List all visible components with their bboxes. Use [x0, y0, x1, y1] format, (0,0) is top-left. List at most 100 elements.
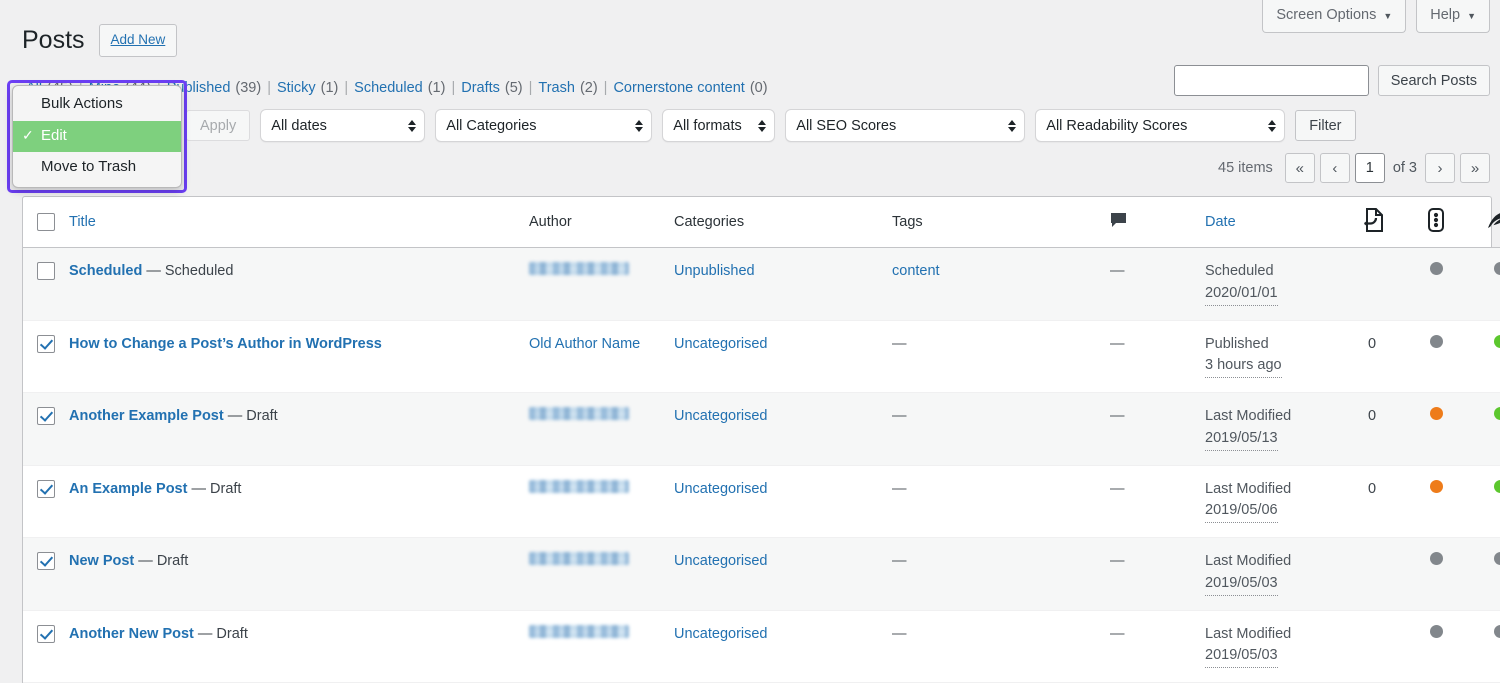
- row-seo-score-cell[interactable]: [1404, 393, 1468, 466]
- stepper-icon: [758, 120, 766, 132]
- date-status: Last Modified: [1205, 406, 1340, 428]
- table-row[interactable]: Another New Post — Draft Uncategorised —…: [23, 610, 1500, 683]
- column-header-title[interactable]: Title: [69, 197, 529, 248]
- status-link-sticky-label[interactable]: Sticky: [277, 80, 316, 96]
- tag-value: —: [892, 336, 907, 352]
- column-header-readability: [1468, 197, 1500, 248]
- bulk-option-edit[interactable]: Edit: [13, 121, 181, 153]
- current-page-input[interactable]: 1: [1355, 153, 1385, 183]
- row-readability-cell[interactable]: [1468, 465, 1500, 538]
- row-seo-score-cell[interactable]: [1404, 320, 1468, 393]
- filter-button[interactable]: Filter: [1295, 110, 1355, 141]
- row-checkbox[interactable]: [37, 335, 55, 353]
- column-header-date[interactable]: Date: [1205, 197, 1340, 248]
- row-readability-cell[interactable]: [1468, 320, 1500, 393]
- row-checkbox[interactable]: [37, 480, 55, 498]
- post-state-label: — Draft: [198, 626, 248, 642]
- row-readability-cell[interactable]: [1468, 393, 1500, 466]
- status-link-trash-label[interactable]: Trash: [538, 80, 575, 96]
- column-header-author: Author: [529, 197, 674, 248]
- add-new-button[interactable]: Add New: [99, 24, 178, 57]
- row-checkbox[interactable]: [37, 625, 55, 643]
- last-page-button[interactable]: »: [1460, 153, 1490, 183]
- status-link-sticky[interactable]: Sticky (1): [277, 80, 338, 96]
- status-link-scheduled-label[interactable]: Scheduled: [354, 80, 423, 96]
- filter-all-categories-select[interactable]: All Categories: [435, 109, 652, 142]
- row-readability-cell[interactable]: [1468, 248, 1500, 321]
- post-title-link[interactable]: New Post: [69, 553, 134, 569]
- post-title-link[interactable]: Scheduled: [69, 263, 142, 279]
- column-header-title-label[interactable]: Title: [69, 214, 96, 230]
- category-link[interactable]: Uncategorised: [674, 481, 768, 497]
- row-select-cell: [23, 320, 69, 393]
- prev-page-button[interactable]: ‹: [1320, 153, 1350, 183]
- filter-all-formats-select[interactable]: All formats: [662, 109, 775, 142]
- blurred-author-name: [529, 262, 629, 275]
- status-link-cornerstone-label[interactable]: Cornerstone content: [613, 80, 744, 96]
- search-posts-button[interactable]: Search Posts: [1378, 65, 1490, 96]
- row-seo-score-cell[interactable]: [1404, 248, 1468, 321]
- tag-value: —: [892, 553, 907, 569]
- column-header-categories-label: Categories: [674, 214, 744, 230]
- row-readability-cell[interactable]: [1468, 610, 1500, 683]
- column-header-author-label: Author: [529, 214, 572, 230]
- row-readability-cell[interactable]: [1468, 538, 1500, 611]
- table-row[interactable]: New Post — Draft Uncategorised — — Last …: [23, 538, 1500, 611]
- status-link-drafts-label[interactable]: Drafts: [461, 80, 500, 96]
- status-link-trash[interactable]: Trash (2): [538, 80, 597, 96]
- post-title-link[interactable]: How to Change a Post’s Author in WordPre…: [69, 336, 382, 352]
- feather-icon: [1487, 210, 1500, 230]
- date-status: Scheduled: [1205, 261, 1340, 283]
- row-checkbox[interactable]: [37, 552, 55, 570]
- post-title-link[interactable]: Another New Post: [69, 626, 194, 642]
- filter-all-seo-scores-select[interactable]: All SEO Scores: [785, 109, 1025, 142]
- bulk-actions-dropdown-menu[interactable]: Bulk Actions Edit Move to Trash: [12, 85, 182, 188]
- row-seo-score-cell[interactable]: [1404, 610, 1468, 683]
- status-link-sticky-count: (1): [321, 80, 339, 96]
- screen-options-button[interactable]: Screen Options ▼: [1262, 0, 1406, 33]
- bulk-option-bulk-actions[interactable]: Bulk Actions: [13, 89, 181, 121]
- filter-all-readability-scores-select[interactable]: All Readability Scores: [1035, 109, 1285, 142]
- table-row[interactable]: Scheduled — Scheduled Unpublished conten…: [23, 248, 1500, 321]
- table-row[interactable]: An Example Post — Draft Uncategorised — …: [23, 465, 1500, 538]
- status-link-drafts[interactable]: Drafts (5): [461, 80, 522, 96]
- status-link-drafts-count: (5): [505, 80, 523, 96]
- column-header-date-label[interactable]: Date: [1205, 214, 1236, 230]
- filter-all-dates-select[interactable]: All dates: [260, 109, 425, 142]
- help-label: Help: [1430, 5, 1460, 25]
- column-header-comments[interactable]: [1110, 197, 1205, 248]
- bulk-option-move-to-trash[interactable]: Move to Trash: [13, 152, 181, 184]
- table-row[interactable]: How to Change a Post’s Author in WordPre…: [23, 320, 1500, 393]
- author-link[interactable]: Old Author Name: [529, 336, 640, 352]
- row-checkbox[interactable]: [37, 262, 55, 280]
- seo-score-dot: [1430, 552, 1443, 565]
- category-link[interactable]: Uncategorised: [674, 626, 768, 642]
- post-title-link[interactable]: Another Example Post: [69, 408, 224, 424]
- tag-link[interactable]: content: [892, 263, 940, 279]
- separator: |: [261, 80, 277, 96]
- row-author-cell: [529, 248, 674, 321]
- date-value: 2019/05/03: [1205, 573, 1278, 596]
- row-checkbox[interactable]: [37, 407, 55, 425]
- filter-all-readability-scores-value: All Readability Scores: [1046, 118, 1187, 134]
- row-title-cell: How to Change a Post’s Author in WordPre…: [69, 320, 529, 393]
- select-all-checkbox[interactable]: [37, 213, 55, 231]
- row-seo-score-cell[interactable]: [1404, 465, 1468, 538]
- post-title-link[interactable]: An Example Post: [69, 481, 187, 497]
- next-page-button[interactable]: ›: [1425, 153, 1455, 183]
- table-row[interactable]: Another Example Post — Draft Uncategoris…: [23, 393, 1500, 466]
- row-comments-cell: —: [1110, 393, 1205, 466]
- status-link-cornerstone[interactable]: Cornerstone content (0): [613, 80, 767, 96]
- category-link[interactable]: Uncategorised: [674, 336, 768, 352]
- category-link[interactable]: Uncategorised: [674, 553, 768, 569]
- category-link[interactable]: Uncategorised: [674, 408, 768, 424]
- help-button[interactable]: Help ▼: [1416, 0, 1490, 33]
- first-page-button[interactable]: «: [1285, 153, 1315, 183]
- row-seo-score-cell[interactable]: [1404, 538, 1468, 611]
- readability-score-dot: [1494, 335, 1500, 348]
- category-link[interactable]: Unpublished: [674, 263, 755, 279]
- search-input[interactable]: [1174, 65, 1369, 96]
- date-status: Published: [1205, 334, 1340, 356]
- apply-button[interactable]: Apply: [186, 110, 250, 141]
- status-link-scheduled[interactable]: Scheduled (1): [354, 80, 445, 96]
